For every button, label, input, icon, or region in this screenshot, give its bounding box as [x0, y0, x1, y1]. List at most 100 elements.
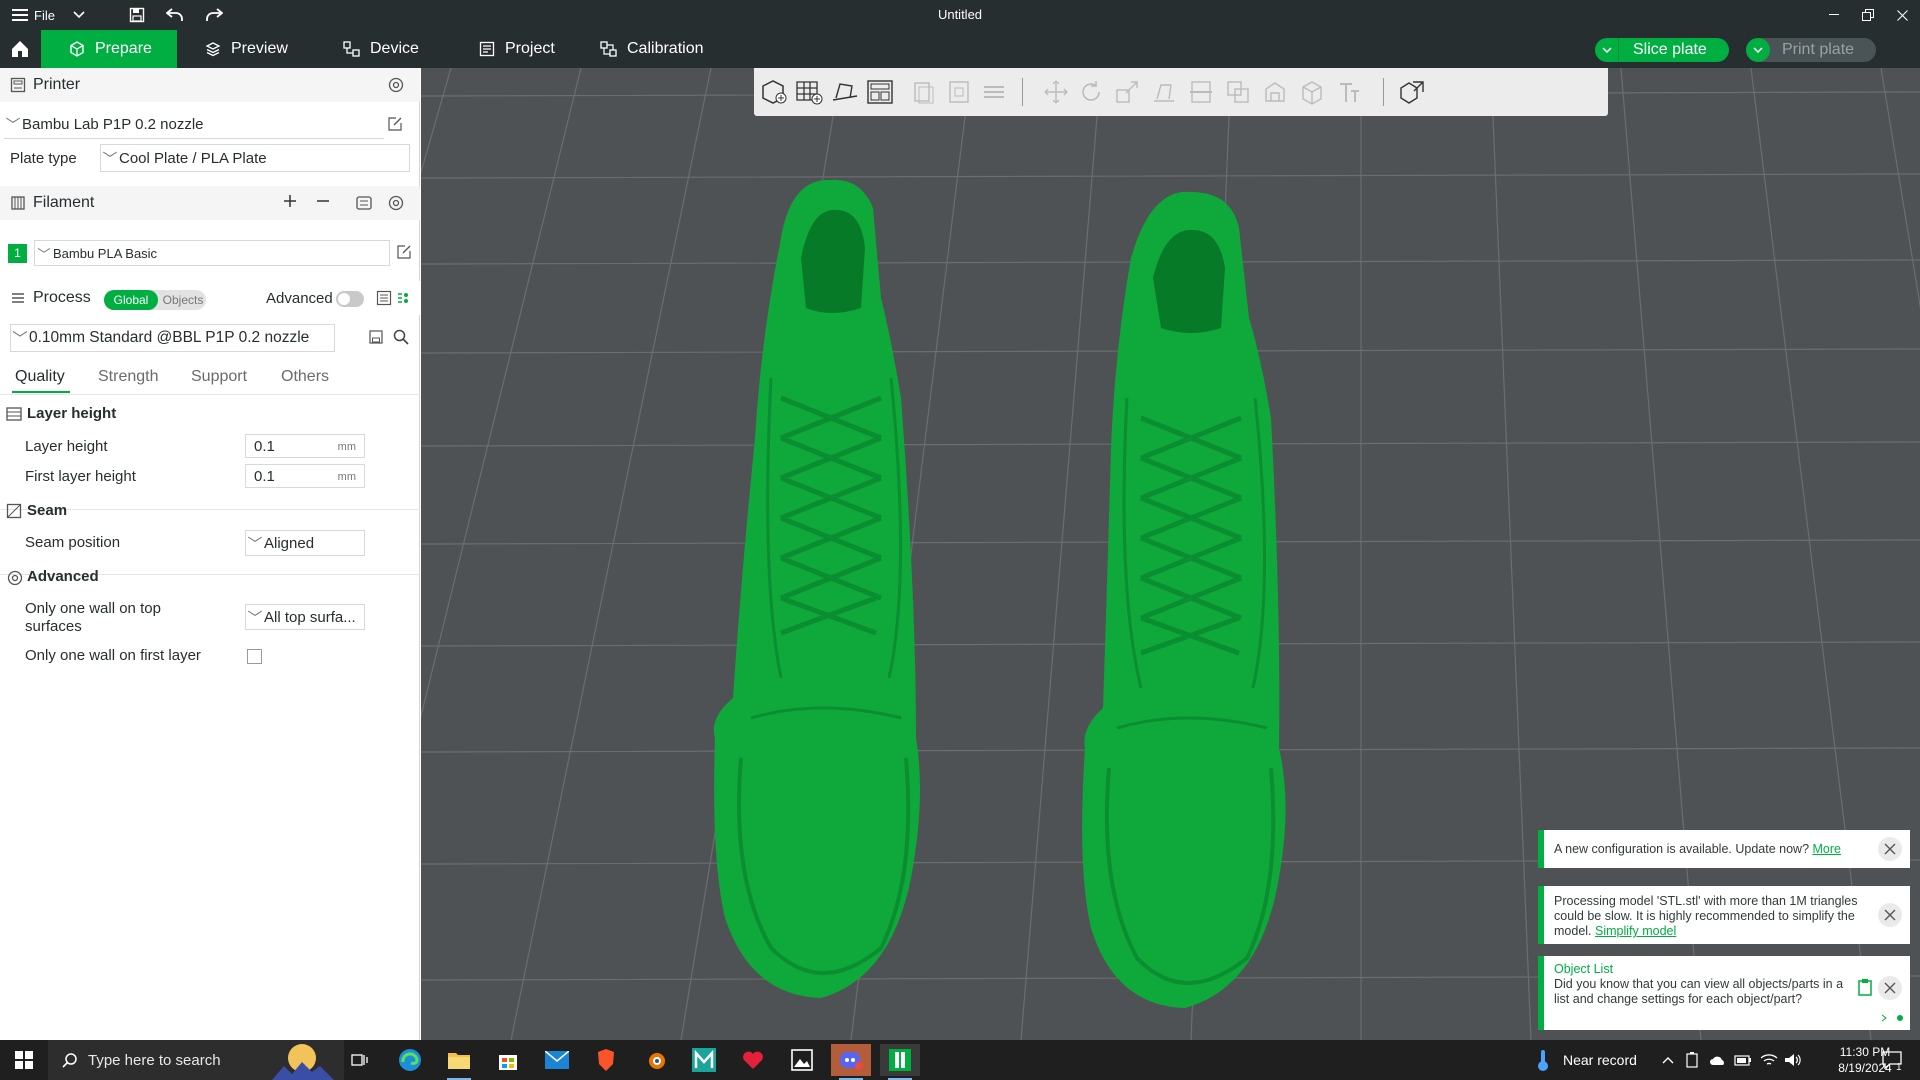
restore-icon[interactable]	[1851, 0, 1885, 30]
move-icon[interactable]	[1039, 76, 1073, 108]
heart-app-icon[interactable]	[733, 1044, 773, 1076]
task-view-icon[interactable]	[340, 1044, 380, 1076]
subtab-support[interactable]: Support	[191, 368, 247, 386]
close-icon[interactable]	[1878, 903, 1902, 927]
process-preset-select[interactable]: ﹀ 0.10mm Standard @BBL P1P 0.2 nozzle	[10, 324, 335, 352]
ams-sync-icon[interactable]	[355, 194, 373, 212]
chevron-down-icon[interactable]	[1746, 38, 1770, 62]
toggle-global[interactable]: Global	[104, 290, 158, 310]
text-icon[interactable]	[1332, 76, 1366, 108]
discord-icon[interactable]	[831, 1044, 871, 1080]
add-plate-icon[interactable]	[792, 76, 826, 108]
assembly-view-icon[interactable]	[1395, 76, 1429, 108]
auto-orient-icon[interactable]	[828, 76, 862, 108]
save-preset-icon[interactable]	[369, 330, 383, 344]
file-menu[interactable]: File	[12, 0, 55, 30]
layers-editor-icon[interactable]	[977, 76, 1011, 108]
photo-editor-icon[interactable]	[782, 1044, 822, 1076]
chevron-down-icon: ﹀	[12, 331, 28, 348]
global-objects-toggle[interactable]: Global Objects	[104, 290, 206, 310]
add-icon[interactable]	[283, 194, 297, 208]
tab-device[interactable]: Device	[323, 30, 439, 68]
shoe-model-right[interactable]	[1081, 188, 1341, 1018]
microsoft-store-icon[interactable]	[488, 1044, 528, 1076]
close-icon[interactable]	[1885, 0, 1919, 30]
home-button[interactable]	[0, 30, 40, 68]
remove-icon[interactable]	[316, 194, 330, 208]
chevron-down-icon[interactable]	[64, 0, 94, 30]
volume-icon[interactable]	[1784, 1040, 1802, 1080]
layer-height-input[interactable]: 0.1 mm	[245, 434, 365, 458]
scale-icon[interactable]	[1110, 76, 1144, 108]
first-layer-wall-checkbox[interactable]	[247, 649, 262, 664]
paste-icon[interactable]	[942, 76, 976, 108]
brave-browser-icon[interactable]	[586, 1044, 626, 1076]
filament-select[interactable]: ﹀ Bambu PLA Basic	[34, 240, 390, 266]
gear-icon[interactable]	[387, 194, 405, 212]
bambu-studio-icon[interactable]	[880, 1044, 920, 1080]
plate-type-select[interactable]: ﹀ Cool Plate / PLA Plate	[100, 144, 410, 172]
battery-icon[interactable]	[1734, 1040, 1752, 1080]
subtab-strength[interactable]: Strength	[98, 368, 158, 386]
wifi-icon[interactable]	[1760, 1040, 1778, 1080]
blender-icon[interactable]	[635, 1044, 675, 1076]
print-plate-button[interactable]: Print plate	[1746, 38, 1877, 62]
edit-icon[interactable]	[387, 116, 403, 132]
taskbar-search[interactable]: Type here to search	[48, 1040, 344, 1080]
filament-icon	[11, 196, 25, 210]
search-icon[interactable]	[393, 329, 409, 345]
file-explorer-icon[interactable]	[439, 1044, 479, 1080]
rotate-icon[interactable]	[1074, 76, 1108, 108]
edit-icon[interactable]	[396, 244, 412, 260]
subtab-others[interactable]: Others	[281, 368, 329, 386]
next-tip-icon[interactable]	[1880, 1014, 1888, 1022]
boolean-icon[interactable]	[1221, 76, 1255, 108]
start-button[interactable]	[0, 1040, 48, 1080]
undo-icon[interactable]	[160, 0, 190, 30]
add-object-icon[interactable]	[757, 76, 791, 108]
action-center-icon[interactable]: 1	[1882, 1040, 1902, 1080]
arrange-icon[interactable]	[863, 76, 897, 108]
support-paint-icon[interactable]	[1258, 76, 1292, 108]
redo-icon[interactable]	[199, 0, 229, 30]
tab-project[interactable]: Project	[459, 30, 575, 68]
copy-icon[interactable]	[907, 76, 941, 108]
gear-icon[interactable]	[387, 76, 405, 94]
subtab-quality[interactable]: Quality	[15, 368, 65, 386]
tray-expand-icon[interactable]	[1662, 1040, 1674, 1080]
compare-icon[interactable]	[396, 290, 410, 306]
seam-position-select[interactable]: ﹀ Aligned	[245, 530, 365, 556]
first-layer-height-input[interactable]: 0.1 mm	[245, 464, 365, 488]
meshmixer-icon[interactable]	[684, 1044, 724, 1076]
minimize-icon[interactable]	[1817, 0, 1851, 30]
tab-preview[interactable]: Preview	[185, 30, 308, 68]
list-view-icon[interactable]	[376, 290, 392, 306]
seam-paint-icon[interactable]	[1295, 76, 1329, 108]
toggle-objects[interactable]: Objects	[160, 290, 206, 310]
seam-icon	[6, 503, 22, 519]
lay-on-face-icon[interactable]	[1147, 76, 1181, 108]
printer-section-header[interactable]: Printer	[0, 68, 420, 102]
filament-section-header[interactable]: Filament	[0, 186, 420, 220]
onedrive-icon[interactable]	[1709, 1040, 1727, 1080]
mail-icon[interactable]	[537, 1044, 577, 1076]
tab-prepare[interactable]: Prepare	[41, 30, 177, 68]
tab-calibration[interactable]: Calibration	[580, 30, 723, 68]
weather-widget[interactable]: Near record	[1535, 1040, 1637, 1080]
chevron-down-icon[interactable]	[1595, 38, 1619, 62]
close-icon[interactable]	[1878, 837, 1902, 861]
edge-browser-icon[interactable]	[390, 1044, 430, 1076]
simplify-model-link[interactable]: Simplify model	[1595, 924, 1676, 938]
slice-plate-button[interactable]: Slice plate	[1595, 38, 1729, 62]
battery-status-icon[interactable]	[1685, 1040, 1699, 1080]
filament-slot-badge[interactable]: 1	[8, 244, 27, 263]
printer-select[interactable]: ﹀ Bambu Lab P1P 0.2 nozzle	[4, 111, 384, 139]
save-icon[interactable]	[122, 0, 152, 30]
top-wall-select[interactable]: ﹀ All top surfa...	[245, 604, 365, 630]
shoe-model-left[interactable]	[711, 178, 971, 1008]
cut-icon[interactable]	[1184, 76, 1218, 108]
3d-viewport[interactable]: A new configuration is available. Update…	[421, 68, 1920, 1040]
advanced-switch[interactable]	[336, 291, 364, 307]
close-icon[interactable]	[1878, 976, 1902, 1000]
more-link[interactable]: More	[1813, 842, 1841, 856]
